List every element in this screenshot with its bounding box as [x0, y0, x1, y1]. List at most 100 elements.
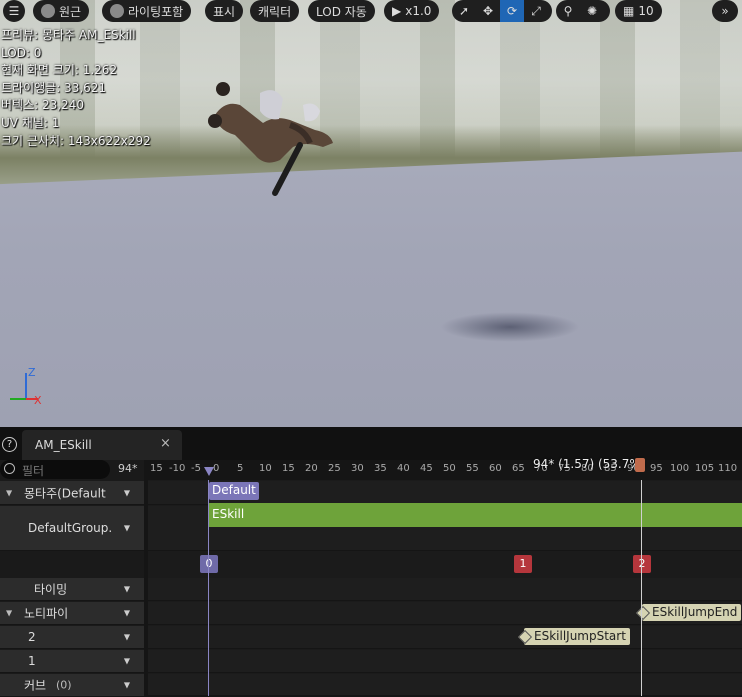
slot-segment-eskill[interactable]: ESkill [209, 503, 742, 527]
snap-icon[interactable]: ✺ [580, 0, 604, 22]
hamburger-icon: ☰ [8, 4, 20, 18]
stat-preview: 프리뷰: 몽타주 AM_ESkill [1, 28, 136, 42]
ruler-tick: 25 [328, 463, 341, 474]
playhead-line [208, 480, 209, 696]
track-label: 노티파이 [24, 606, 69, 621]
dropdown-icon[interactable]: ▼ [124, 657, 130, 666]
play-icon: ▶ [392, 4, 402, 18]
expand-toolbar-button[interactable]: » [712, 0, 738, 22]
notify-lane-2[interactable] [148, 626, 742, 649]
notify-track-2[interactable]: 2 ▼ [0, 626, 144, 649]
play-speed-button[interactable]: ▶ x1.0 [384, 0, 440, 22]
ruler-tick: 15 [150, 463, 163, 474]
frame-info: 94* (1.57) (53.7%) [533, 457, 646, 471]
character-shadow [440, 312, 580, 342]
filter-input[interactable]: 필터 [0, 460, 110, 479]
camera-tools: ⚲ ✺ [556, 0, 610, 22]
timeline-area[interactable]: 15 -10 -5 0 5 10 15 20 25 30 35 40 45 50… [148, 457, 742, 696]
track-list: 필터 94* ▼ 몽타주(Default ▼ DefaultGroup. ▼ 타… [0, 460, 144, 697]
rotate-icon[interactable]: ⟳ [500, 0, 524, 22]
grid-icon: ▦ [623, 4, 635, 18]
timing-lane[interactable] [148, 578, 742, 601]
perspective-button[interactable]: 원근 [33, 0, 90, 22]
close-icon[interactable]: × [160, 436, 171, 451]
play-speed-label: x1.0 [405, 4, 432, 18]
track-timing[interactable]: 타이밍 ▼ [0, 578, 144, 601]
track-default-group[interactable]: DefaultGroup. ▼ [0, 506, 144, 551]
perspective-label: 원근 [59, 4, 82, 19]
show-label: 표시 [213, 4, 236, 19]
playhead-handle[interactable] [204, 467, 214, 476]
track-label: 1 [28, 654, 36, 668]
ruler-tick: 105 [695, 463, 715, 474]
character-label: 캐릭터 [258, 4, 292, 19]
ruler-tick: 110 [718, 463, 738, 474]
end-frame-line [641, 480, 642, 696]
notify-eskill-jump-start[interactable]: ESkillJumpStart [524, 628, 630, 645]
grid-snap-button[interactable]: ▦ 10 [615, 0, 662, 22]
time-ruler[interactable]: 15 -10 -5 0 5 10 15 20 25 30 35 40 45 50… [148, 457, 742, 480]
track-label: DefaultGroup. [28, 521, 113, 535]
end-marker-handle[interactable] [635, 458, 645, 472]
dropdown-icon[interactable]: ▼ [124, 488, 130, 497]
ruler-tick: 35 [374, 463, 387, 474]
show-button[interactable]: 표시 [205, 0, 244, 22]
dropdown-icon[interactable]: ▼ [124, 681, 130, 690]
ruler-tick: 5 [237, 463, 244, 474]
ruler-tick: -10 [169, 463, 186, 474]
timing-marker[interactable]: 2 [633, 555, 651, 573]
dropdown-icon[interactable]: ▼ [124, 633, 130, 642]
stat-screen-size: 현재 화면 크기: 1.262 [1, 63, 118, 78]
notify-track-1[interactable]: 1 ▼ [0, 650, 144, 673]
dropdown-icon[interactable]: ▼ [124, 609, 130, 618]
help-icon[interactable]: ? [2, 437, 17, 452]
ruler-tick: 50 [443, 463, 456, 474]
lod-button[interactable]: LOD 자동 [308, 0, 375, 22]
lighting-label: 라이팅포함 [128, 4, 184, 19]
notify-lane-1[interactable] [148, 650, 742, 673]
select-icon[interactable]: ➚ [452, 0, 476, 22]
track-label: 커브 [24, 678, 47, 693]
tab-label: AM_ESkill [35, 438, 92, 452]
curve-count: (0) [56, 678, 72, 692]
ruler-tick: 100 [670, 463, 690, 474]
timing-marker[interactable]: 0 [200, 555, 218, 573]
collapse-icon[interactable]: ▼ [6, 488, 12, 497]
stat-lod: LOD: 0 [1, 45, 42, 60]
section-default[interactable]: Default [209, 482, 259, 500]
stat-approx-size: 크기 근사치: 143x622x292 [1, 133, 151, 148]
scale-icon[interactable]: ⤢ [524, 0, 548, 22]
collapse-icon[interactable]: ▼ [6, 609, 12, 618]
notify-eskill-jump-end[interactable]: ESkillJumpEnd [642, 604, 742, 621]
viewport-stats: 프리뷰: 몽타주 AM_ESkill LOD: 0 현재 화면 크기: 1.26… [1, 27, 151, 150]
timing-marker[interactable]: 1 [514, 555, 532, 573]
track-notify[interactable]: ▼ 노티파이 ▼ [0, 602, 144, 625]
stat-uv-channels: UV 채널: 1 [1, 115, 60, 130]
translate-icon[interactable]: ✥ [476, 0, 500, 22]
ruler-tick: 10 [259, 463, 272, 474]
current-frame-field[interactable]: 94* [118, 462, 138, 475]
track-label: 2 [28, 630, 36, 644]
lod-label: LOD 자동 [316, 4, 367, 19]
ruler-tick: 65 [512, 463, 525, 474]
montage-editor-panel: ? AM_ESkill × 필터 94* ▼ 몽타주(Default ▼ Def… [0, 427, 742, 697]
camera-speed-icon[interactable]: ⚲ [556, 0, 580, 22]
grid-snap-value: 10 [638, 4, 654, 18]
tab-am-eskill[interactable]: AM_ESkill × [22, 430, 182, 460]
track-montage[interactable]: ▼ 몽타주(Default ▼ [0, 481, 144, 505]
ruler-tick: 20 [305, 463, 318, 474]
track-curve[interactable]: 커브 (0) ▼ [0, 674, 144, 697]
preview-viewport[interactable]: ☰ 원근 라이팅포함 표시 캐릭터 LOD 자동 ▶ x1.0 ➚ ✥ ⟳ ⤢ ⚲… [0, 0, 742, 427]
menu-button[interactable]: ☰ [3, 0, 25, 22]
dropdown-icon[interactable]: ▼ [124, 524, 130, 533]
cube-icon [41, 4, 55, 18]
transform-tools: ➚ ✥ ⟳ ⤢ [452, 0, 552, 22]
curve-lane[interactable] [148, 674, 742, 696]
ruler-tick: 55 [466, 463, 479, 474]
filter-placeholder: 필터 [22, 464, 45, 478]
character-button[interactable]: 캐릭터 [250, 0, 300, 22]
lighting-button[interactable]: 라이팅포함 [102, 0, 192, 22]
dropdown-icon[interactable]: ▼ [124, 585, 130, 594]
chevron-right-icon: » [721, 4, 729, 18]
ruler-tick: 30 [351, 463, 364, 474]
